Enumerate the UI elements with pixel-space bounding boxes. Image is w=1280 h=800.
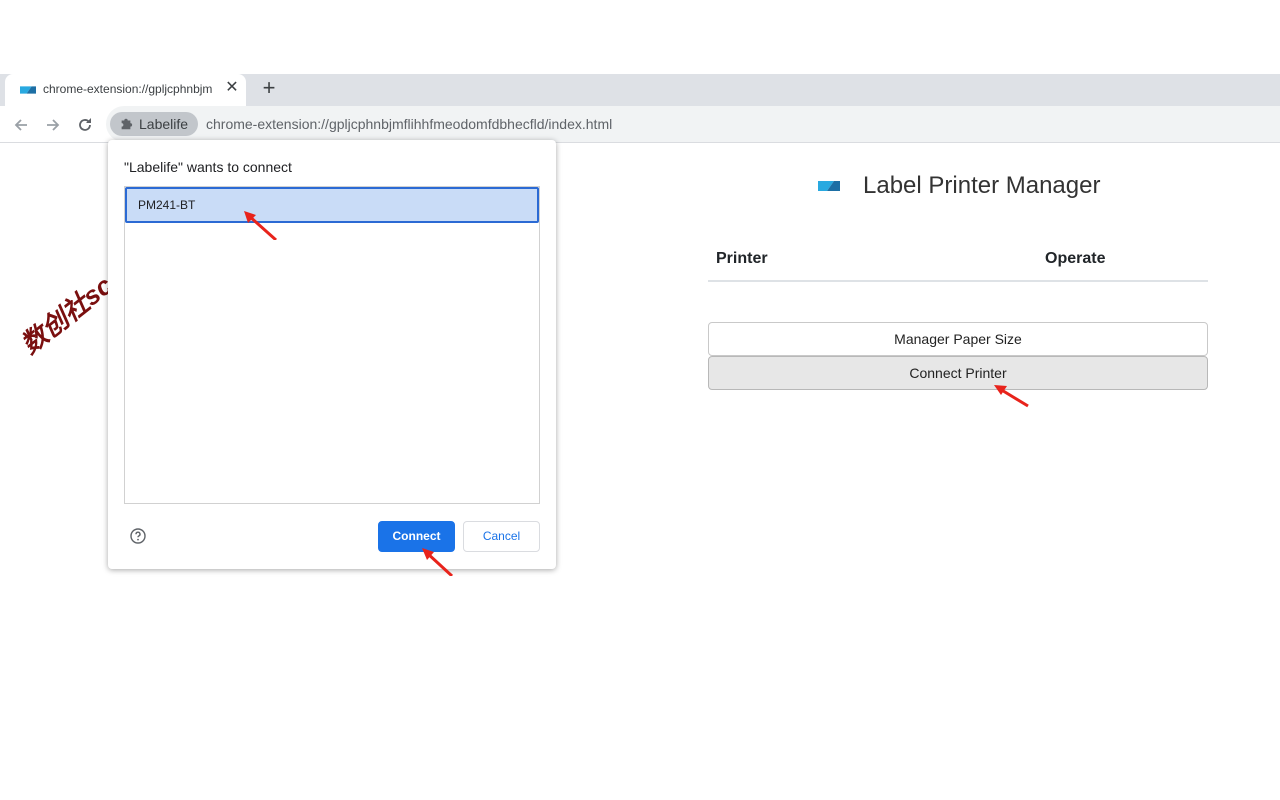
site-chip-label: Labelife xyxy=(139,116,189,132)
tab-title: chrome-extension://gpljcphnbjm xyxy=(43,82,213,96)
tab-close-icon[interactable]: ✕ xyxy=(224,80,240,96)
labelife-logo-icon xyxy=(20,86,36,94)
forward-icon[interactable] xyxy=(42,114,64,136)
column-header-operate: Operate xyxy=(1045,250,1106,267)
address-bar[interactable]: Labelife chrome-extension://gpljcphnbjmf… xyxy=(106,106,1280,142)
tab-labelife[interactable]: chrome-extension://gpljcphnbjm ✕ xyxy=(5,74,246,106)
connect-printer-button[interactable]: Connect Printer xyxy=(708,356,1208,390)
labelife-logo-icon xyxy=(818,181,840,191)
printer-table-header: Printer Operate xyxy=(708,246,1208,282)
device-item[interactable]: PM241-BT xyxy=(125,187,539,223)
dialog-title: "Labelife" wants to connect xyxy=(124,159,292,175)
new-tab-button[interactable]: + xyxy=(258,77,280,100)
help-icon[interactable] xyxy=(130,528,146,544)
reload-icon[interactable] xyxy=(74,114,96,136)
page-title: Label Printer Manager xyxy=(863,172,1101,199)
device-list: PM241-BT xyxy=(124,186,540,504)
tab-strip: chrome-extension://gpljcphnbjm ✕ xyxy=(0,74,1280,106)
cancel-button[interactable]: Cancel xyxy=(463,521,540,552)
app-header: Label Printer Manager xyxy=(818,172,1100,200)
back-icon[interactable] xyxy=(10,114,32,136)
column-header-printer: Printer xyxy=(716,250,768,267)
site-info-chip[interactable]: Labelife xyxy=(110,112,199,136)
bluetooth-device-chooser-dialog: "Labelife" wants to connect PM241-BT Con… xyxy=(108,140,556,569)
puzzle-icon xyxy=(121,118,133,130)
browser-toolbar: Labelife chrome-extension://gpljcphnbjmf… xyxy=(0,106,1280,143)
manager-paper-size-button[interactable]: Manager Paper Size xyxy=(708,322,1208,356)
connect-button[interactable]: Connect xyxy=(378,521,455,552)
url-text[interactable]: chrome-extension://gpljcphnbjmflihhfmeod… xyxy=(206,116,612,132)
